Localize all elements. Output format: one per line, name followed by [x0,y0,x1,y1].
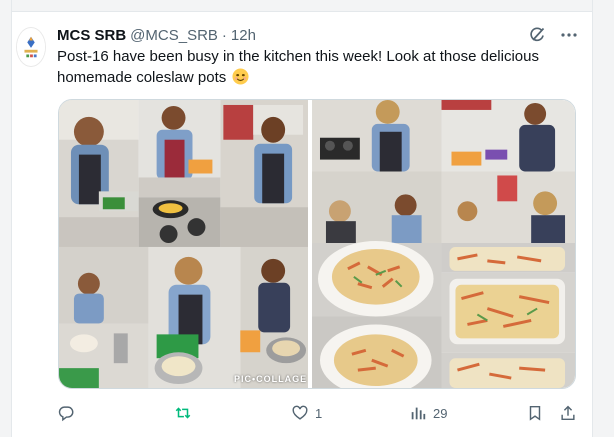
smiling-face-emoji [232,68,249,85]
views-button[interactable]: 29 [409,401,447,425]
grok-icon[interactable] [527,25,547,45]
views-count: 29 [433,405,448,421]
share-button[interactable] [559,401,577,425]
like-button[interactable]: 1 [291,401,322,425]
reply-icon [58,406,74,422]
author-handle[interactable]: @MCS_SRB [130,27,218,44]
author-name[interactable]: MCS SRB [57,27,126,44]
bookmark-button[interactable] [526,401,544,425]
like-count: 1 [315,405,323,421]
tweet-media-collage[interactable]: PIC•COLLAGE [58,99,576,389]
more-icon[interactable] [559,25,579,45]
heart-icon [292,405,308,420]
page-gutter-right [592,0,614,437]
retweet-icon [175,407,191,419]
separator-dot: · [221,26,227,44]
tweet-text-body: Post-16 have been busy in the kitchen th… [57,48,539,86]
retweet-button[interactable] [174,401,198,425]
timestamp[interactable]: 12h [231,27,256,44]
collage-watermark: PIC•COLLAGE [234,374,308,384]
tweet-header: MCS SRB @MCS_SRB · 12h [57,25,256,45]
page-gutter-left [0,0,12,437]
views-icon [411,407,426,420]
browser-frame-top [0,0,614,12]
tweet-card[interactable]: MCS SRB @MCS_SRB · 12h Post-16 have been… [13,13,592,437]
share-icon [561,405,575,421]
bookmark-icon [529,405,541,421]
reply-button[interactable] [57,401,81,425]
tweet-text: Post-16 have been busy in the kitchen th… [57,46,577,88]
tweet-actions: 1 29 [57,401,582,425]
avatar[interactable] [16,27,46,67]
